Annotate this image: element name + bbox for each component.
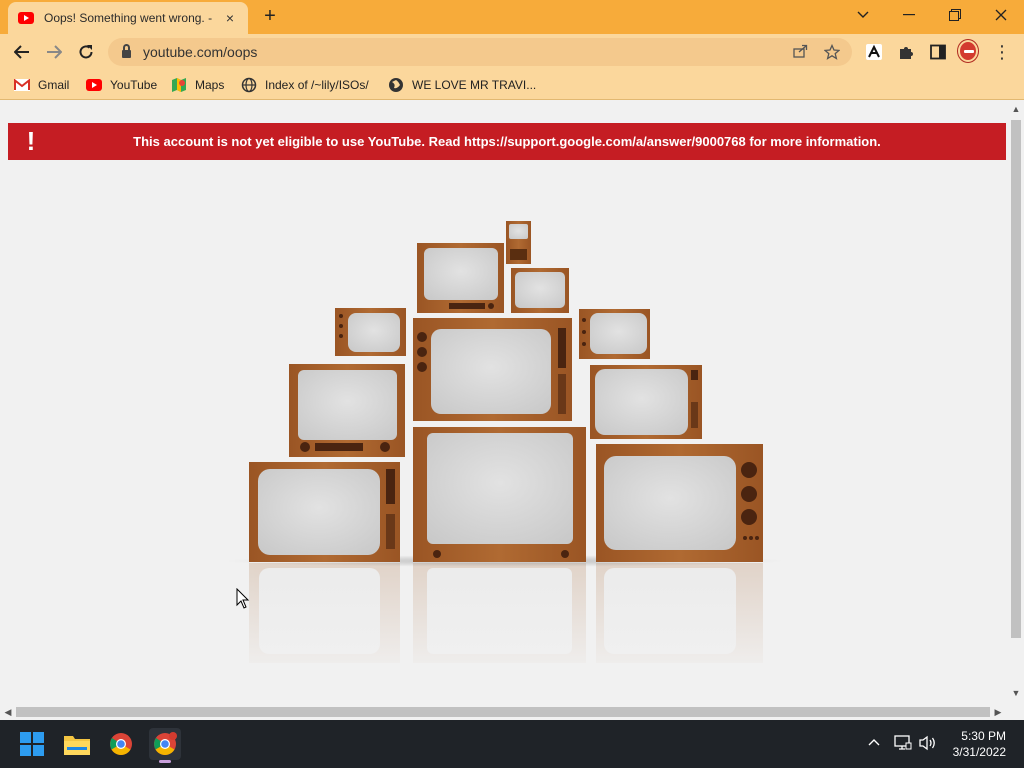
extensions-puzzle-icon[interactable] (896, 42, 916, 62)
minimize-button[interactable] (886, 0, 932, 30)
chrome-menu-icon[interactable]: ⋮ (992, 42, 1012, 62)
tv-bottom-center (413, 427, 586, 562)
tab-close-icon[interactable]: × (222, 10, 238, 26)
url-text[interactable]: youtube.com/oops (143, 44, 257, 60)
restore-button[interactable] (932, 0, 978, 30)
tv-bottom-left (249, 462, 400, 562)
bookmark-we-love-mr-travi[interactable]: WE LOVE MR TRAVI... (388, 76, 536, 94)
maps-icon (171, 77, 187, 93)
start-button[interactable] (16, 728, 48, 760)
globe-icon (388, 77, 404, 93)
tv-tiny-top (506, 221, 531, 264)
clock-date: 3/31/2022 (952, 745, 1006, 759)
extension-a-icon[interactable] (864, 42, 884, 62)
tv-mid-right (590, 365, 702, 439)
tv-top-left (417, 243, 504, 313)
lock-icon[interactable] (122, 44, 131, 58)
tv-bottom-right (596, 444, 763, 562)
tv-small-right (579, 309, 650, 359)
gmail-icon (14, 77, 30, 93)
tv-top-right (511, 268, 569, 313)
forward-button[interactable] (41, 39, 67, 65)
back-button[interactable] (9, 39, 35, 65)
volume-icon[interactable] (919, 735, 937, 754)
chrome-icon (154, 732, 177, 755)
tv-stack-illustration (225, 221, 785, 678)
folder-globe-icon (241, 77, 257, 93)
tv-center (413, 318, 572, 421)
taskbar: 5:30 PM 3/31/2022 (0, 720, 1024, 768)
vertical-scroll-thumb[interactable] (1011, 120, 1021, 638)
bookmarks-bar: Gmail YouTube Maps Index of /~lily/ISOs/… (0, 70, 1024, 100)
bookmark-index-isos[interactable]: Index of /~lily/ISOs/ (241, 76, 369, 94)
profile-avatar[interactable] (958, 40, 978, 62)
vertical-scrollbar[interactable]: ▲ ▼ (1008, 102, 1024, 704)
chrome-taskbar-button[interactable] (105, 728, 137, 760)
clock-time: 5:30 PM (961, 729, 1006, 743)
tv-mid-left (289, 364, 405, 457)
mouse-cursor-icon (236, 588, 250, 609)
close-window-button[interactable] (978, 0, 1024, 30)
avatar (958, 40, 978, 62)
tray-overflow-chevron-icon[interactable] (868, 734, 880, 749)
bookmark-label: WE LOVE MR TRAVI... (412, 78, 537, 92)
windows-logo-icon (20, 732, 44, 756)
address-bar[interactable]: youtube.com/oops (108, 38, 852, 66)
tab-title: Oops! Something went wrong. - (44, 11, 213, 25)
bookmark-label: Gmail (38, 78, 70, 92)
bookmark-maps[interactable]: Maps (171, 76, 224, 94)
file-explorer-button[interactable] (61, 728, 93, 760)
tab-search-dropdown-icon[interactable] (840, 0, 886, 30)
chrome-icon (110, 733, 132, 755)
tab-strip: Oops! Something went wrong. - × + (0, 0, 1024, 34)
bookmark-gmail[interactable]: Gmail (14, 76, 69, 94)
system-clock[interactable]: 5:30 PM 3/31/2022 (953, 728, 1006, 760)
folder-icon (64, 736, 90, 755)
bookmark-star-icon[interactable] (823, 43, 841, 60)
scroll-right-arrow-icon[interactable]: ▶ (990, 707, 1006, 718)
scroll-down-arrow-icon[interactable]: ▼ (1008, 688, 1024, 698)
youtube-icon (86, 77, 102, 93)
bookmark-label: YouTube (110, 78, 158, 92)
screen: Oops! Something went wrong. - × + youtub… (0, 0, 1024, 768)
youtube-favicon-icon (18, 12, 34, 24)
bookmark-youtube[interactable]: YouTube (86, 76, 157, 94)
reload-button[interactable] (73, 39, 99, 65)
scrollbar-corner (1008, 704, 1024, 720)
horizontal-scroll-thumb[interactable] (16, 707, 990, 717)
horizontal-scrollbar[interactable]: ◀ ▶ (0, 704, 1008, 720)
scroll-left-arrow-icon[interactable]: ◀ (0, 707, 16, 718)
active-indicator (159, 760, 171, 763)
chrome-profile-taskbar-button[interactable] (149, 728, 181, 763)
network-icon[interactable] (894, 735, 912, 754)
bookmark-label: Maps (195, 78, 225, 92)
page-viewport: ! This account is not yet eligible to us… (0, 102, 1008, 704)
scroll-up-arrow-icon[interactable]: ▲ (1008, 104, 1024, 114)
tv-small-left (335, 308, 406, 356)
browser-toolbar: youtube.com/oops ⋮ (0, 34, 1024, 70)
browser-tab[interactable]: Oops! Something went wrong. - × (8, 2, 248, 34)
side-panel-icon[interactable] (928, 42, 948, 62)
bookmark-label: Index of /~lily/ISOs/ (265, 78, 369, 92)
new-tab-button[interactable]: + (258, 5, 282, 29)
share-icon[interactable] (792, 44, 808, 60)
